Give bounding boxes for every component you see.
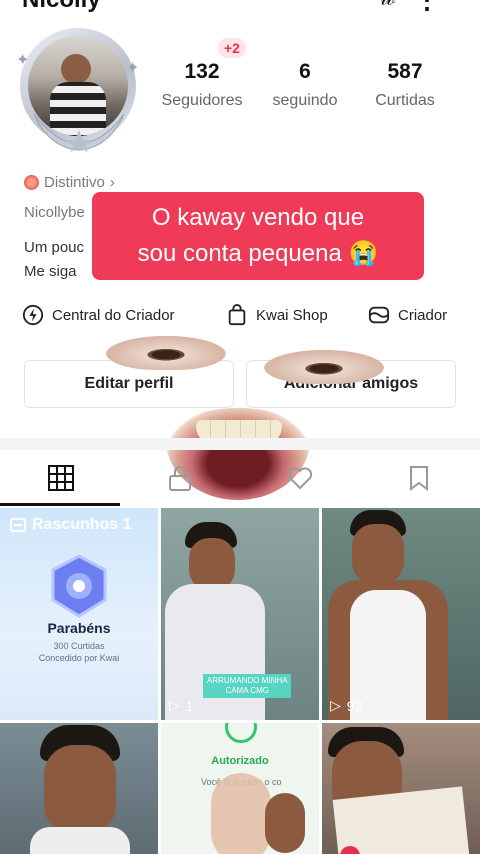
creator-icon (368, 306, 390, 324)
drafts-icon (10, 518, 26, 532)
username: Nicollybe (24, 204, 85, 221)
profile-name: Nicolly (22, 0, 101, 14)
new-followers-badge: +2 (218, 38, 246, 58)
eye-sticker (106, 336, 226, 370)
view-count-value: 1 (185, 697, 194, 714)
bookmark-icon[interactable] (405, 464, 433, 492)
followers-count: 132 (184, 60, 220, 83)
distintivo-icon (24, 175, 39, 190)
sparkle-icon: ✦ (126, 60, 140, 77)
top-bar: Nicolly 𝓌 ⋮ (0, 0, 480, 16)
profile-stats: +2 132 Seguidores 6 seguindo 587 Curtida… (150, 38, 470, 130)
video-thumbnail[interactable]: ARRUMANDO MINHA CAMA CMG ▷ 1 (161, 508, 319, 720)
drafts-title: Parabéns (47, 620, 111, 636)
distintivo-label: Distintivo (44, 174, 105, 191)
following-count: 6 (299, 60, 311, 83)
laurel-icon (33, 113, 125, 152)
followers-stat[interactable]: 132 Seguidores (152, 60, 252, 110)
likes-stat[interactable]: 587 Curtidas (360, 60, 450, 110)
lock-icon[interactable] (166, 464, 194, 492)
content-tabs (0, 452, 480, 506)
play-icon: ▷ (169, 697, 180, 713)
play-icon: ▷ (330, 697, 341, 713)
check-icon (225, 723, 257, 743)
followers-label: Seguidores (161, 92, 243, 109)
drafts-cell[interactable]: Rascunhos 1 Parabéns 300 Curtidas Conced… (0, 508, 158, 720)
video-caption-tag: ARRUMANDO MINHA CAMA CMG (203, 674, 292, 698)
following-label: seguindo (272, 92, 338, 109)
avatar[interactable]: ✦ ✦ (14, 28, 144, 156)
active-tab-indicator (0, 503, 120, 506)
likes-label: Curtidas (375, 92, 435, 109)
caption-overlay: O kaway vendo que sou conta pequena 😭 (92, 192, 424, 280)
creator-links: Central do Criador Kwai Shop Criador (22, 304, 462, 332)
view-count: ▷ 92 (330, 697, 362, 714)
following-stat[interactable]: 6 seguindo (260, 60, 350, 110)
more-icon[interactable]: ⋮ (414, 0, 440, 15)
creator-label: Criador (398, 306, 448, 324)
creator-center-link[interactable]: Central do Criador (22, 304, 175, 326)
creator-link[interactable]: Criador (368, 304, 447, 326)
creator-center-label: Central do Criador (52, 306, 175, 324)
video-title: Autorizado (211, 755, 269, 767)
bio: Um pouc Me siga (24, 236, 84, 284)
video-thumbnail[interactable] (322, 723, 480, 854)
caption-line: sou conta pequena 😭 (137, 240, 379, 267)
drafts-subtitle: 300 Curtidas Concedido por Kwai (0, 640, 158, 664)
video-grid: Rascunhos 1 Parabéns 300 Curtidas Conced… (0, 508, 480, 854)
drafts-sub-line: 300 Curtidas (53, 641, 105, 651)
lightning-icon (22, 304, 44, 326)
video-thumbnail[interactable]: ▷ 92 (322, 508, 480, 720)
section-divider (0, 438, 480, 450)
kwai-shop-link[interactable]: Kwai Shop (226, 304, 328, 326)
medal-icon (51, 554, 107, 618)
bio-line: Um pouc (24, 239, 85, 256)
view-count-value: 92 (346, 697, 363, 714)
video-caption-line: ARRUMANDO MINHA (207, 676, 288, 685)
drafts-header: Rascunhos 1 (10, 516, 132, 534)
drafts-sub-line: Concedido por Kwai (38, 653, 120, 663)
likes-count: 587 (387, 60, 423, 83)
video-thumbnail[interactable] (0, 723, 158, 854)
video-thumbnail[interactable]: Autorizado Você já aceitou o co (161, 723, 319, 854)
video-caption-line: CAMA CMG (225, 686, 269, 695)
sparkle-icon: ✦ (16, 52, 30, 69)
heart-icon[interactable] (286, 464, 314, 492)
drafts-label: Rascunhos 1 (32, 516, 132, 533)
grid-icon[interactable] (47, 464, 75, 492)
shopping-bag-icon (228, 304, 246, 326)
caption-line: O kaway vendo que (151, 204, 365, 231)
bio-line: Me siga (24, 263, 77, 280)
distintivo-link[interactable]: Distintivo › (24, 174, 115, 191)
chevron-right-icon: › (109, 174, 115, 191)
view-count: ▷ 1 (169, 697, 194, 714)
scribble-icon: 𝓌 (381, 0, 396, 11)
kwai-shop-label: Kwai Shop (256, 306, 328, 324)
eye-sticker (264, 350, 384, 384)
